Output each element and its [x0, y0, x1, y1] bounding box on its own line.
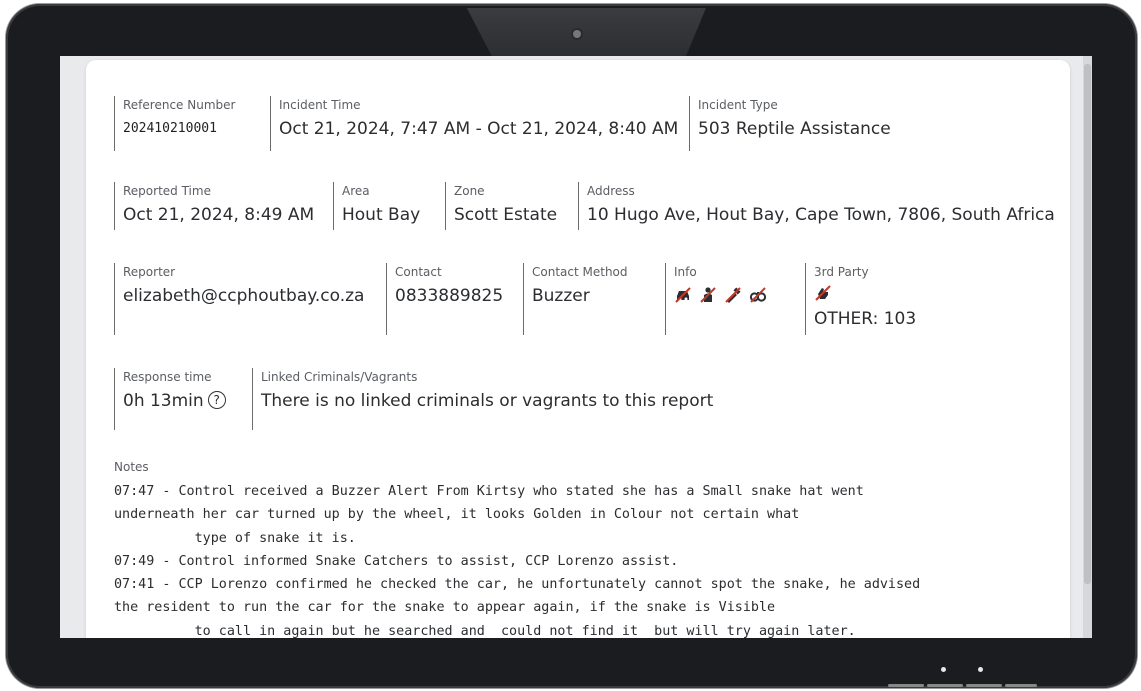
field-label: 3rd Party [814, 265, 869, 279]
nav-segment [1005, 684, 1037, 687]
vehicle-crossed-icon [675, 287, 691, 303]
nav-segment [888, 684, 924, 687]
reference-number-field: Reference Number 202410210001 [114, 96, 270, 151]
incident-time-value: Oct 21, 2024, 7:47 AM - Oct 21, 2024, 8:… [279, 119, 679, 139]
indicator-dot [941, 667, 946, 672]
reported-time-field: Reported Time Oct 21, 2024, 8:49 AM [114, 182, 333, 230]
row-response: Response time 0h 13min? Linked Criminals… [114, 368, 752, 430]
contact-method-value: Buzzer [532, 286, 590, 306]
field-label: Incident Type [698, 98, 778, 112]
weapon-crossed-icon [725, 287, 741, 303]
field-label: Address [587, 184, 635, 198]
help-icon[interactable]: ? [207, 391, 226, 409]
area-field: Area Hout Bay [333, 182, 445, 230]
incident-time-field: Incident Time Oct 21, 2024, 7:47 AM - Oc… [270, 96, 689, 151]
incident-type-value: 503 Reptile Assistance [698, 119, 891, 139]
reference-number-value: 202410210001 [123, 121, 217, 136]
area-value: Hout Bay [342, 205, 421, 225]
row-reported: Reported Time Oct 21, 2024, 8:49 AM Area… [114, 182, 1055, 230]
handcuffs-crossed-icon [749, 287, 767, 303]
contact-field: Contact 0833889825 [386, 263, 523, 335]
incident-card: Reference Number 202410210001 Incident T… [86, 60, 1070, 638]
field-label: Linked Criminals/Vagrants [261, 370, 418, 384]
camera-icon [573, 30, 581, 38]
row-reference: Reference Number 202410210001 Incident T… [114, 96, 909, 151]
field-label: Contact Method [532, 265, 628, 279]
reporter-field: Reporter elizabeth@ccphoutbay.co.za [114, 263, 386, 335]
info-field: Info [665, 263, 805, 335]
field-label: Reporter [123, 265, 176, 279]
response-time-row: 0h 13min? [123, 389, 242, 413]
indicator-dot [978, 667, 983, 672]
field-label: Reported Time [123, 184, 211, 198]
field-label: Response time [123, 370, 212, 384]
person-crossed-icon [700, 287, 716, 303]
incident-type-field: Incident Type 503 Reptile Assistance [689, 96, 909, 151]
reporter-value: elizabeth@ccphoutbay.co.za [123, 286, 365, 306]
linked-field: Linked Criminals/Vagrants There is no li… [252, 368, 752, 430]
field-label: Area [342, 184, 370, 198]
reported-time-value: Oct 21, 2024, 8:49 AM [123, 205, 315, 225]
notes-text: 07:47 - Control received a Buzzer Alert … [114, 484, 921, 638]
row-reporter: Reporter elizabeth@ccphoutbay.co.za Cont… [114, 263, 935, 335]
third-party-value: OTHER: 103 [814, 309, 917, 329]
contact-method-field: Contact Method Buzzer [523, 263, 665, 335]
hand-crossed-icon [815, 285, 831, 301]
field-label: Zone [454, 184, 485, 198]
scrollbar[interactable] [1083, 56, 1092, 638]
notes-label: Notes [114, 460, 149, 474]
zone-field: Zone Scott Estate [445, 182, 578, 230]
scrollbar-thumb[interactable] [1084, 64, 1091, 584]
device-bezel-bottom [60, 638, 1092, 652]
response-time-value: 0h 13min [123, 391, 204, 411]
contact-value: 0833889825 [395, 286, 504, 306]
field-label: Info [674, 265, 697, 279]
field-label: Incident Time [279, 98, 361, 112]
nav-segment [966, 684, 1002, 687]
field-label: Contact [395, 265, 442, 279]
linked-value: There is no linked criminals or vagrants… [261, 391, 714, 411]
address-field: Address 10 Hugo Ave, Hout Bay, Cape Town… [578, 182, 1055, 230]
nav-segment [927, 684, 963, 687]
third-party-field: 3rd Party OTHER: 103 [805, 263, 935, 335]
info-icons [674, 286, 795, 304]
screen: Reference Number 202410210001 Incident T… [60, 56, 1092, 638]
response-time-field: Response time 0h 13min? [114, 368, 252, 430]
address-value: 10 Hugo Ave, Hout Bay, Cape Town, 7806, … [587, 205, 1055, 225]
field-label: Reference Number [123, 98, 236, 112]
zone-value: Scott Estate [454, 205, 558, 225]
